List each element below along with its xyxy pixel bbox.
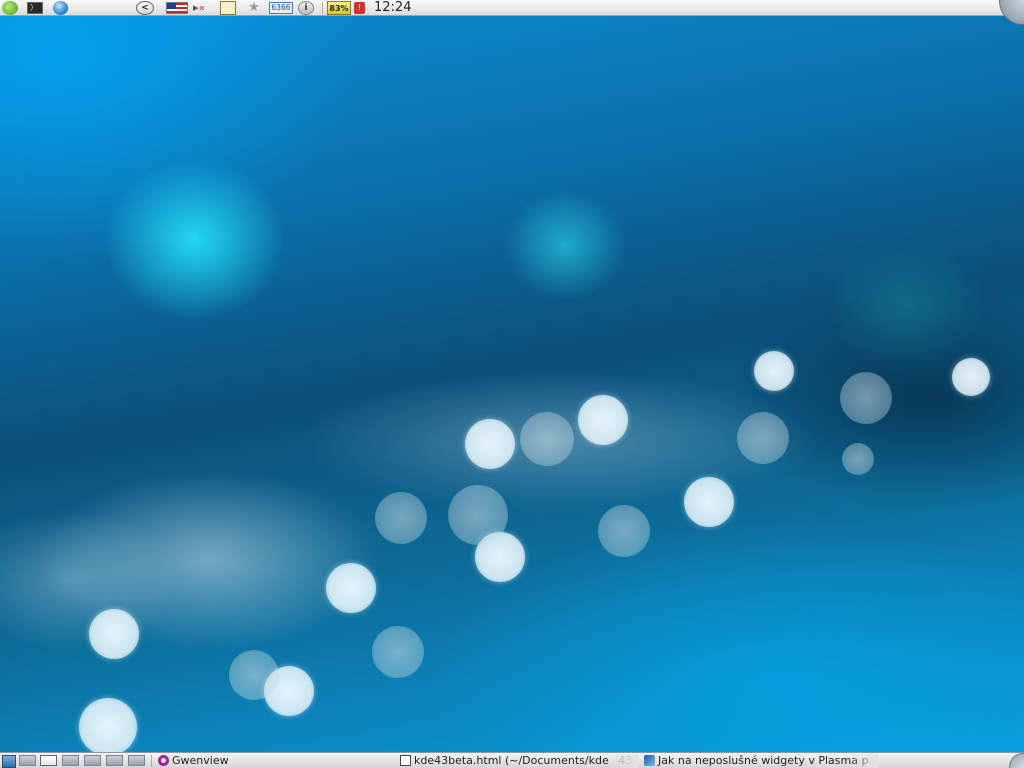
counter-badge[interactable]: 6366 bbox=[269, 2, 293, 14]
pager-desktop-active[interactable] bbox=[40, 755, 57, 766]
speaker-muted-icon[interactable]: ▸✕ bbox=[193, 1, 211, 15]
kde-kickoff-icon[interactable] bbox=[2, 1, 18, 15]
wallpaper-bokeh bbox=[598, 505, 650, 557]
task-title: Jak na neposlušné widgety v Plasma p bbox=[658, 754, 869, 767]
battery-indicator[interactable]: 83% bbox=[327, 1, 351, 15]
info-icon[interactable]: i bbox=[298, 1, 314, 15]
wallpaper-bokeh bbox=[326, 563, 376, 613]
alert-icon[interactable]: ! bbox=[354, 2, 365, 14]
pager-desktop[interactable] bbox=[106, 755, 123, 766]
wallpaper-bokeh bbox=[520, 412, 574, 466]
bottom-panel: Gwenview kde43beta.html (~/Documents/kde… bbox=[0, 752, 1024, 768]
task-title: kde43beta.html (~/Documents/kde bbox=[414, 754, 609, 767]
pager-desktop[interactable] bbox=[128, 755, 145, 766]
wallpaper-bokeh bbox=[372, 626, 424, 678]
pager-desktop[interactable] bbox=[62, 755, 79, 766]
panel-separator bbox=[151, 755, 152, 767]
pager-desktop[interactable] bbox=[19, 755, 36, 766]
wallpaper-bokeh bbox=[840, 372, 892, 424]
wallpaper-bokeh bbox=[684, 477, 734, 527]
wallpaper-bokeh bbox=[952, 358, 990, 396]
task-browser[interactable]: Jak na neposlušné widgety v Plasma p bbox=[644, 754, 878, 768]
us-flag-icon[interactable] bbox=[166, 2, 188, 14]
wallpaper-bokeh bbox=[375, 492, 427, 544]
chevron-left-icon[interactable]: < bbox=[136, 1, 154, 15]
wallpaper-bokeh bbox=[842, 443, 874, 475]
gwenview-icon bbox=[158, 755, 169, 766]
task-title: Gwenview bbox=[172, 754, 229, 767]
wallpaper-bokeh bbox=[737, 412, 789, 464]
clipboard-icon[interactable] bbox=[220, 1, 236, 15]
top-panel: 〉 < ▸✕ ★ 6366 i 83% ! 12:24 bbox=[0, 0, 1024, 25]
wallpaper-bokeh bbox=[264, 666, 314, 716]
pager-desktop[interactable] bbox=[84, 755, 101, 766]
panel-toolbox-icon[interactable] bbox=[1009, 753, 1024, 768]
task-gwenview[interactable]: Gwenview bbox=[158, 754, 388, 768]
wallpaper-bokeh bbox=[475, 532, 525, 582]
clock[interactable]: 12:24 bbox=[374, 1, 418, 15]
desktop-toolbox-icon[interactable] bbox=[999, 0, 1024, 25]
wallpaper-bokeh bbox=[229, 650, 279, 700]
wallpaper-bokeh bbox=[465, 419, 515, 469]
panel-separator bbox=[322, 2, 323, 14]
task-kwrite-document[interactable]: kde43beta.html (~/Documents/kde 43 bbox=[400, 754, 638, 768]
wallpaper-bokeh bbox=[754, 351, 794, 391]
desktop-wallpaper: 〉 < ▸✕ ★ 6366 i 83% ! 12:24 Gwenview kde… bbox=[0, 0, 1024, 768]
wallpaper-bokeh bbox=[79, 698, 137, 756]
wallpaper-bokeh bbox=[89, 609, 139, 659]
star-icon[interactable]: ★ bbox=[245, 1, 263, 15]
wallpaper-bokeh bbox=[448, 485, 508, 545]
globe-icon[interactable] bbox=[53, 1, 68, 15]
wallpaper-bokeh bbox=[578, 395, 628, 445]
document-icon bbox=[400, 755, 411, 766]
browser-icon bbox=[644, 755, 655, 766]
terminal-icon[interactable]: 〉 bbox=[27, 2, 43, 14]
show-desktop-icon[interactable] bbox=[2, 755, 16, 768]
